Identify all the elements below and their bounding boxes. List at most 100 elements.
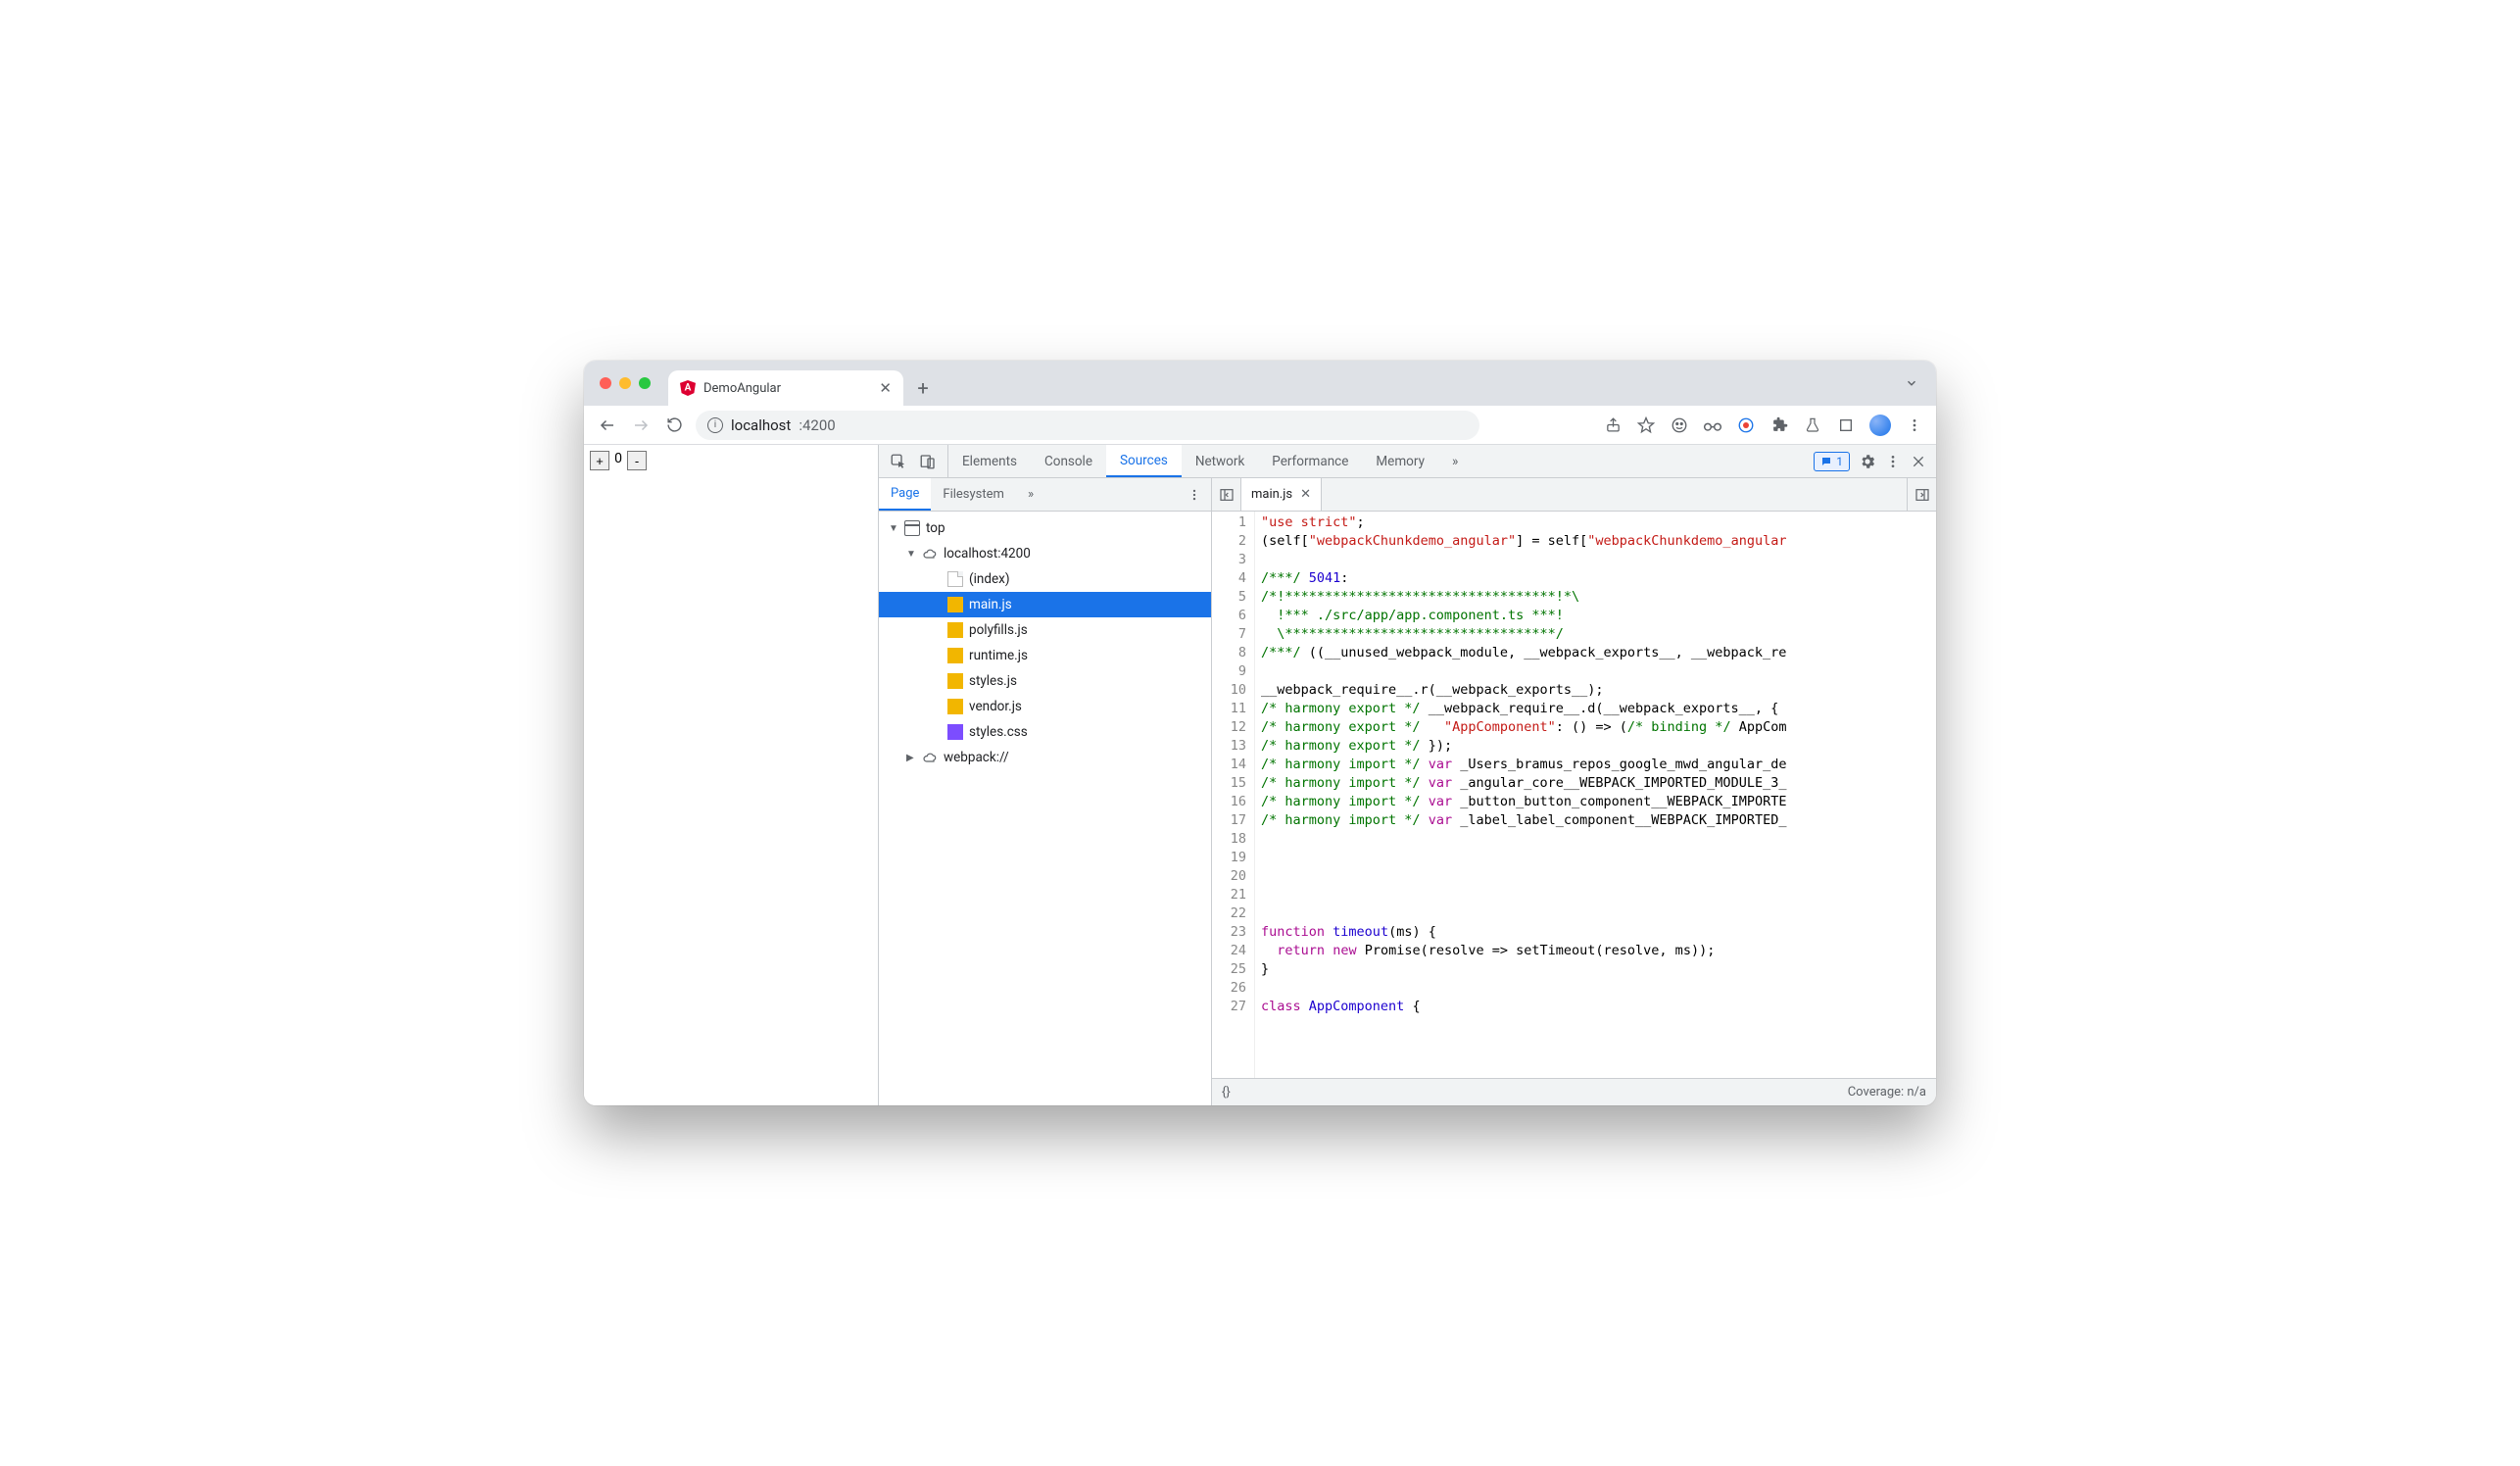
browser-toolbar: i localhost :4200 [584,406,1936,445]
browser-window: DemoAngular ✕ + i localhost:4200 [584,361,1936,1105]
navigator-menu-icon[interactable] [1178,478,1211,511]
code-content: "use strict";(self["webpackChunkdemo_ang… [1255,512,1936,1078]
close-window-icon[interactable] [600,377,611,389]
tree-file[interactable]: main.js [879,592,1211,617]
tree-origin[interactable]: ▼ localhost:4200 [879,541,1211,566]
minimize-window-icon[interactable] [619,377,631,389]
close-tab-icon[interactable]: ✕ [879,379,892,397]
pretty-print-button[interactable]: {} [1222,1085,1231,1100]
new-tab-button[interactable]: + [909,374,937,402]
tree-file[interactable]: vendor.js [879,694,1211,719]
url-host: localhost [731,416,791,434]
navigator-tabs: Page Filesystem » [879,478,1211,512]
devtools: Elements Console Sources Network Perform… [878,445,1936,1105]
increment-button[interactable]: + [590,451,609,470]
tree-top[interactable]: ▼ top [879,515,1211,541]
forward-button[interactable] [629,414,653,437]
extension-lens-icon[interactable] [1736,415,1756,435]
navigator-pane: Page Filesystem » ▼ top ▼ [879,478,1212,1105]
device-toolbar-icon[interactable] [918,452,938,471]
tree-label: top [926,520,945,536]
extensions-icon[interactable] [1769,415,1789,435]
tab-strip: DemoAngular ✕ + [584,361,1936,406]
tree-label: vendor.js [969,699,1022,714]
browser-menu-icon[interactable] [1905,415,1924,435]
bookmark-icon[interactable] [1636,415,1656,435]
cloud-icon [922,750,938,765]
messages-button[interactable]: 1 [1814,452,1850,471]
tree-webpack[interactable]: ▶ webpack:// [879,745,1211,770]
tree-label: polyfills.js [969,622,1028,638]
browser-tab[interactable]: DemoAngular ✕ [668,370,903,406]
decrement-button[interactable]: - [627,451,647,470]
tree-file[interactable]: runtime.js [879,643,1211,668]
back-button[interactable] [596,414,619,437]
tree-label: styles.js [969,673,1017,689]
panel-sources[interactable]: Sources [1106,445,1182,477]
tab-title: DemoAngular [703,381,781,396]
profile-avatar[interactable] [1869,415,1891,436]
toolbar-actions [1603,415,1924,436]
inspect-element-icon[interactable] [889,452,908,471]
incognito-icon[interactable] [1670,415,1689,435]
extension-glasses-icon[interactable] [1703,415,1722,435]
css-file-icon [947,724,963,740]
tree-label: webpack:// [944,750,1009,765]
devtools-tablist: Elements Console Sources Network Perform… [879,445,1936,478]
coverage-label: Coverage: n/a [1848,1085,1926,1100]
panel-memory[interactable]: Memory [1362,445,1438,477]
tree-file[interactable]: styles.css [879,719,1211,745]
nav-tab-page[interactable]: Page [879,478,931,511]
tree-file[interactable]: styles.js [879,668,1211,694]
close-devtools-icon[interactable] [1909,452,1928,471]
toggle-debugger-icon[interactable] [1907,478,1936,511]
content-area: + 0 - Elements Console Sources Network P… [584,445,1936,1105]
site-info-icon[interactable]: i [707,417,723,433]
editor-tab[interactable]: main.js ✕ [1241,478,1322,511]
source-tree: ▼ top ▼ localhost:4200 (index) main.js pol… [879,512,1211,1105]
tab-overflow-button[interactable] [1897,372,1926,394]
nav-tab-filesystem[interactable]: Filesystem [931,478,1016,511]
url-port: :4200 [799,416,835,434]
labs-icon[interactable] [1803,415,1822,435]
settings-icon[interactable] [1858,452,1877,471]
inspect-group [879,445,948,477]
js-file-icon [947,673,963,689]
line-gutter: 1234567891011121314151617181920212223242… [1212,512,1255,1078]
tree-label: localhost:4200 [944,546,1031,562]
reading-list-icon[interactable] [1836,415,1856,435]
js-file-icon [947,622,963,638]
panel-elements[interactable]: Elements [948,445,1031,477]
counter-value: 0 [613,451,623,466]
chevron-right-icon: ▶ [906,753,916,763]
tree-label: styles.css [969,724,1028,740]
rendered-page: + 0 - [584,445,878,1105]
panel-performance[interactable]: Performance [1258,445,1362,477]
nav-tab-overflow-icon[interactable]: » [1020,478,1042,511]
panel-console[interactable]: Console [1031,445,1106,477]
share-icon[interactable] [1603,415,1623,435]
address-bar[interactable]: i localhost :4200 [696,411,1479,440]
tree-label: (index) [969,571,1010,587]
panel-network[interactable]: Network [1182,445,1258,477]
editor-status-bar: {} Coverage: n/a [1212,1078,1936,1105]
editor-pane: main.js ✕ 123456789101112131415161718192… [1212,478,1936,1105]
devtools-menu-icon[interactable] [1883,452,1903,471]
frame-icon [904,520,920,536]
close-tab-icon[interactable]: ✕ [1300,487,1311,502]
chevron-down-icon: ▼ [906,549,916,560]
tree-file[interactable]: polyfills.js [879,617,1211,643]
maximize-window-icon[interactable] [639,377,651,389]
editor-tabs: main.js ✕ [1212,478,1936,512]
file-icon [947,571,963,587]
code-editor[interactable]: 1234567891011121314151617181920212223242… [1212,512,1936,1078]
panel-overflow-icon[interactable]: » [1438,445,1472,477]
tree-file[interactable]: (index) [879,566,1211,592]
js-file-icon [947,597,963,612]
tree-label: runtime.js [969,648,1028,663]
reload-button[interactable] [662,414,686,437]
cloud-icon [922,546,938,562]
editor-tab-label: main.js [1251,487,1292,502]
js-file-icon [947,648,963,663]
toggle-navigator-icon[interactable] [1212,478,1241,511]
